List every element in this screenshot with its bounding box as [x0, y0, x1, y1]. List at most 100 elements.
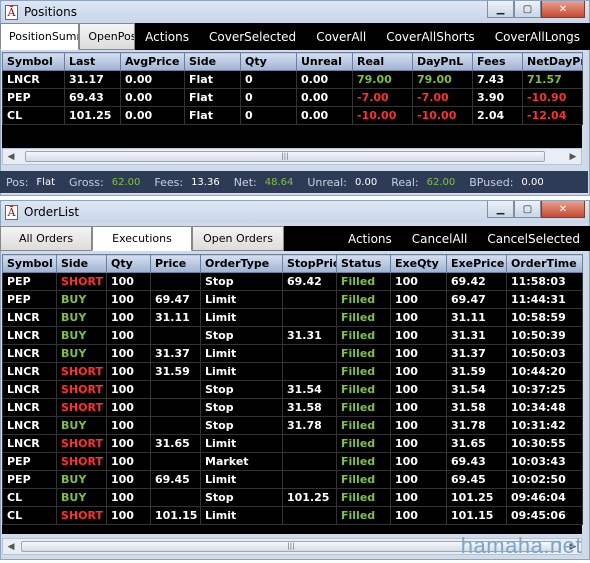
- position-row[interactable]: PEP 69.43 0.00 Flat 0 0.00 -7.00 -7.00 3.90 -10.9…: [2, 88, 583, 107]
- order-cell-status: Filled: [336, 470, 391, 489]
- positions-hscrollbar[interactable]: ◀ ||| ▶: [2, 148, 582, 165]
- cover-all-button[interactable]: CoverAll: [306, 23, 376, 50]
- scroll-thumb[interactable]: |||: [25, 151, 545, 162]
- order-row[interactable]: LNCR BUY 100 31.37 Limit Filled 100 31.37 10:50:…: [2, 344, 583, 363]
- tab-position-summary[interactable]: PositionSummary: [0, 23, 80, 50]
- maximize-button[interactable]: ▢: [514, 201, 541, 218]
- cover-all-longs-button[interactable]: CoverAllLongs: [485, 23, 590, 50]
- order-cell-ordertype: Limit: [200, 506, 283, 525]
- column-header-avgprice[interactable]: AvgPrice: [120, 52, 185, 71]
- column-header-qty[interactable]: Qty: [240, 52, 297, 71]
- order-cell-exeqty: 100: [390, 308, 447, 327]
- order-cell-exeprice: 69.45: [446, 470, 507, 489]
- real-label: Real:: [391, 175, 419, 189]
- position-cell-fees: 7.43: [472, 70, 523, 89]
- column-header-symbol[interactable]: Symbol: [2, 254, 57, 273]
- order-row[interactable]: PEP SHORT 100 Market Filled 100 69.43 10:03:43: [2, 452, 583, 471]
- order-row[interactable]: PEP BUY 100 69.45 Limit Filled 100 69.45 10:02:5…: [2, 470, 583, 489]
- order-cell-exeqty: 100: [390, 488, 447, 507]
- column-header-ordertime[interactable]: OrderTime: [506, 254, 583, 273]
- order-row[interactable]: LNCR SHORT 100 Stop 31.54 Filled 100 31.54 10:37…: [2, 380, 583, 399]
- cancel-selected-button[interactable]: CancelSelected: [477, 226, 590, 251]
- column-header-side[interactable]: Side: [56, 254, 107, 273]
- order-row[interactable]: LNCR SHORT 100 31.65 Limit Filled 100 31.65 10:3…: [2, 434, 583, 453]
- scroll-left-icon[interactable]: ◀: [3, 539, 19, 554]
- column-header-daypnl[interactable]: DayPnL: [412, 52, 473, 71]
- order-row[interactable]: CL BUY 100 Stop 101.25 Filled 100 101.25 09:46:0…: [2, 488, 583, 507]
- order-cell-symbol: PEP: [2, 272, 57, 291]
- order-cell-qty: 100: [106, 416, 151, 435]
- close-button[interactable]: ✕: [541, 1, 585, 18]
- order-cell-stopprice: 31.58: [282, 398, 337, 417]
- order-row[interactable]: LNCR SHORT 100 31.59 Limit Filled 100 31.59 10:4…: [2, 362, 583, 381]
- position-row[interactable]: LNCR 31.17 0.00 Flat 0 0.00 79.00 79.00 7.43 71.5…: [2, 70, 583, 89]
- cover-selected-button[interactable]: CoverSelected: [199, 23, 306, 50]
- minimize-button[interactable]: ▁: [487, 1, 514, 18]
- order-cell-exeqty: 100: [390, 362, 447, 381]
- positions-actions-menu[interactable]: Actions: [135, 23, 199, 50]
- column-header-real[interactable]: Real: [352, 52, 413, 71]
- orders-actions-menu[interactable]: Actions: [338, 226, 402, 251]
- tab-open-orders[interactable]: Open Orders: [192, 226, 284, 251]
- order-cell-price: [150, 272, 201, 291]
- order-cell-status: Filled: [336, 362, 391, 381]
- column-header-unreal[interactable]: Unreal: [296, 52, 353, 71]
- order-cell-ordertype: Limit: [200, 290, 283, 309]
- order-row[interactable]: PEP BUY 100 69.47 Limit Filled 100 69.47 11:44:3…: [2, 290, 583, 309]
- pos-label: Pos:: [6, 175, 29, 189]
- order-cell-qty: 100: [106, 380, 151, 399]
- order-cell-ordertime: 10:03:43: [506, 452, 583, 471]
- position-cell-real: -10.00: [352, 106, 413, 125]
- cancel-all-button[interactable]: CancelAll: [402, 226, 478, 251]
- scroll-left-icon[interactable]: ◀: [3, 149, 19, 164]
- position-row[interactable]: CL 101.25 0.00 Flat 0 0.00 -10.00 -10.00 2.04 -12…: [2, 106, 583, 125]
- column-header-qty[interactable]: Qty: [106, 254, 151, 273]
- pos-value: Flat: [36, 176, 56, 188]
- column-header-ordertype[interactable]: OrderType: [200, 254, 283, 273]
- order-cell-status: Filled: [336, 326, 391, 345]
- scroll-right-icon[interactable]: ▶: [565, 149, 581, 164]
- column-header-stopprice[interactable]: StopPrice: [282, 254, 337, 273]
- order-row[interactable]: LNCR BUY 100 31.11 Limit Filled 100 31.11 10:58:…: [2, 308, 583, 327]
- order-cell-qty: 100: [106, 488, 151, 507]
- tab-open-positions[interactable]: OpenPositions: [79, 23, 136, 50]
- column-header-status[interactable]: Status: [336, 254, 391, 273]
- column-header-symbol[interactable]: Symbol: [2, 52, 65, 71]
- order-cell-side: SHORT: [56, 272, 107, 291]
- orderlist-titlebar[interactable]: Ā OrderList ▁ ▢ ✕: [1, 201, 589, 223]
- order-row[interactable]: PEP SHORT 100 Stop 69.42 Filled 100 69.42 11:58:…: [2, 272, 583, 291]
- order-row[interactable]: LNCR BUY 100 Stop 31.78 Filled 100 31.78 10:31:4…: [2, 416, 583, 435]
- order-row[interactable]: LNCR BUY 100 Stop 31.31 Filled 100 31.31 10:50:3…: [2, 326, 583, 345]
- tab-executions[interactable]: Executions: [92, 226, 192, 251]
- column-header-price[interactable]: Price: [150, 254, 201, 273]
- column-header-exeqty[interactable]: ExeQty: [390, 254, 447, 273]
- position-cell-daypnl: -7.00: [412, 88, 473, 107]
- order-cell-side: BUY: [56, 308, 107, 327]
- order-cell-side: BUY: [56, 488, 107, 507]
- tab-all-orders[interactable]: All Orders: [0, 226, 92, 251]
- order-row[interactable]: LNCR SHORT 100 Stop 31.58 Filled 100 31.58 10:34…: [2, 398, 583, 417]
- order-row[interactable]: CL SHORT 100 101.15 Limit Filled 100 101.15 09:4…: [2, 506, 583, 525]
- order-cell-status: Filled: [336, 272, 391, 291]
- order-cell-exeprice: 69.42: [446, 272, 507, 291]
- column-header-exeprice[interactable]: ExePrice: [446, 254, 507, 273]
- cover-all-shorts-button[interactable]: CoverAllShorts: [376, 23, 484, 50]
- order-cell-ordertype: Stop: [200, 398, 283, 417]
- order-cell-symbol: PEP: [2, 470, 57, 489]
- close-button[interactable]: ✕: [541, 201, 585, 218]
- maximize-button[interactable]: ▢: [514, 1, 541, 18]
- position-cell-symbol: CL: [2, 106, 65, 125]
- order-cell-ordertype: Stop: [200, 380, 283, 399]
- order-cell-exeprice: 31.37: [446, 344, 507, 363]
- order-cell-status: Filled: [336, 506, 391, 525]
- minimize-button[interactable]: ▁: [487, 201, 514, 218]
- bpused-label: BPused:: [469, 175, 514, 189]
- column-header-last[interactable]: Last: [64, 52, 121, 71]
- column-header-fees[interactable]: Fees: [472, 52, 523, 71]
- column-header-side[interactable]: Side: [184, 52, 241, 71]
- order-cell-qty: 100: [106, 308, 151, 327]
- order-cell-exeqty: 100: [390, 470, 447, 489]
- positions-titlebar[interactable]: Ā Positions ▁ ▢ ✕: [1, 1, 589, 23]
- column-header-netdaypnl[interactable]: NetDayPnL: [522, 52, 583, 71]
- order-cell-stopprice: 31.31: [282, 326, 337, 345]
